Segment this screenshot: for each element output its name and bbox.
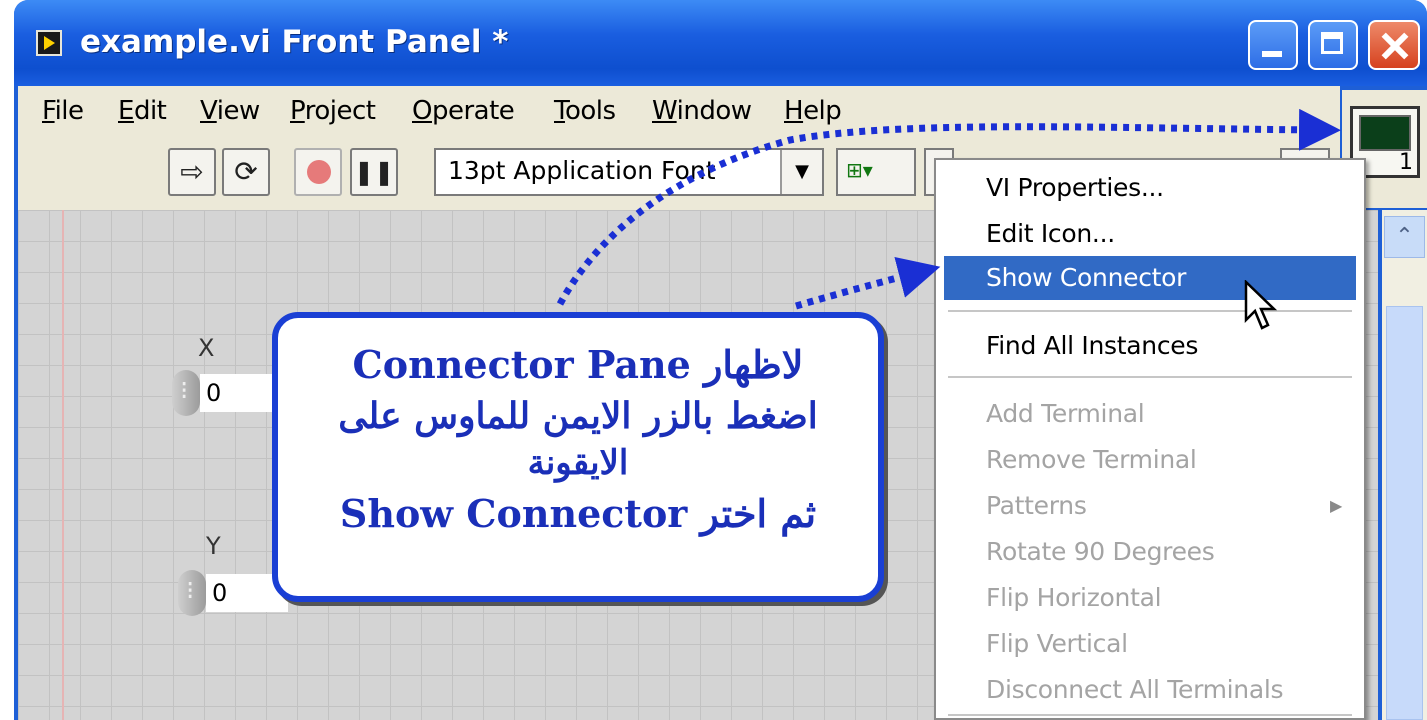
abort-execution-button[interactable] (294, 148, 342, 196)
menu-edit[interactable]: Edit (118, 96, 167, 126)
run-continuously-icon[interactable]: ⟳ (222, 148, 270, 196)
title-bar[interactable]: example.vi Front Panel * (14, 0, 1427, 86)
close-button[interactable] (1368, 20, 1420, 70)
menu-item-show-connector[interactable]: Show Connector (944, 256, 1356, 300)
menu-item-flip-vertical[interactable]: Flip Vertical (944, 622, 1356, 666)
menu-item-vi-properties[interactable]: VI Properties... (944, 166, 1356, 210)
menu-separator (948, 714, 1352, 716)
align-objects-button[interactable]: ⊞▾ (836, 148, 916, 196)
callout-line-3: الايقونة (527, 443, 629, 483)
font-selector[interactable]: 13pt Application Font ▼ (434, 148, 824, 196)
window-title: example.vi Front Panel * (80, 24, 509, 60)
increment-decrement-icon[interactable] (172, 370, 200, 416)
menu-view[interactable]: View (200, 96, 260, 126)
menu-item-remove-terminal[interactable]: Remove Terminal (944, 438, 1356, 482)
menu-item-flip-horizontal[interactable]: Flip Horizontal (944, 576, 1356, 620)
labview-app-icon[interactable] (36, 30, 62, 56)
menu-item-edit-icon[interactable]: Edit Icon... (944, 212, 1356, 256)
font-selector-value: 13pt Application Font (448, 156, 716, 185)
minimize-button[interactable] (1248, 20, 1298, 70)
submenu-arrow-icon: ▶ (1329, 496, 1342, 515)
menu-item-rotate-90[interactable]: Rotate 90 Degrees (944, 530, 1356, 574)
menu-item-add-terminal[interactable]: Add Terminal (944, 392, 1356, 436)
callout-line-2: اضغط بالزر الايمن للماوس على (338, 395, 818, 437)
menu-bar: File Edit View Project Operate Tools Win… (18, 86, 1340, 138)
callout-line-4: ثم اختر Show Connector (339, 491, 817, 536)
menu-operate[interactable]: Operate (412, 96, 515, 126)
scrollbar-thumb[interactable] (1386, 306, 1423, 720)
run-arrow-icon[interactable]: ⇨ (168, 148, 216, 196)
vertical-scrollbar[interactable]: ⌃ (1382, 210, 1427, 720)
menu-item-disconnect-all-terminals[interactable]: Disconnect All Terminals (944, 668, 1356, 712)
menu-separator (948, 376, 1352, 378)
menu-project[interactable]: Project (290, 96, 376, 126)
menu-item-find-all-instances[interactable]: Find All Instances (944, 324, 1356, 368)
maximize-button[interactable] (1308, 20, 1358, 70)
menu-separator (948, 310, 1352, 312)
menu-window[interactable]: Window (652, 96, 752, 126)
menu-file[interactable]: File (42, 96, 84, 126)
increment-decrement-icon[interactable] (178, 570, 206, 616)
chevron-down-icon[interactable]: ▼ (780, 150, 822, 194)
stop-icon (307, 160, 331, 184)
canvas-origin-line (62, 210, 64, 720)
vi-icon-screen (1359, 115, 1411, 151)
menu-item-patterns-label: Patterns (986, 491, 1087, 520)
connector-terminal-number: 1 (1399, 150, 1413, 175)
numeric-control-x[interactable]: 0 (172, 370, 282, 416)
control-y-label: Y (206, 532, 221, 560)
menu-tools[interactable]: Tools (554, 96, 616, 126)
mouse-pointer-icon (1244, 280, 1278, 330)
menu-item-patterns[interactable]: Patterns ▶ (944, 484, 1356, 528)
pause-button[interactable]: ❚❚ (350, 148, 398, 196)
numeric-x-value[interactable]: 0 (200, 374, 282, 412)
annotation-callout: لاظهار Connector Pane اضغط بالزر الايمن … (272, 312, 884, 602)
scroll-up-icon[interactable]: ⌃ (1384, 216, 1425, 258)
menu-help[interactable]: Help (784, 96, 842, 126)
control-x-label: X (198, 334, 215, 362)
context-menu: VI Properties... Edit Icon... Show Conne… (934, 158, 1366, 720)
callout-line-1: لاظهار Connector Pane (352, 342, 804, 387)
